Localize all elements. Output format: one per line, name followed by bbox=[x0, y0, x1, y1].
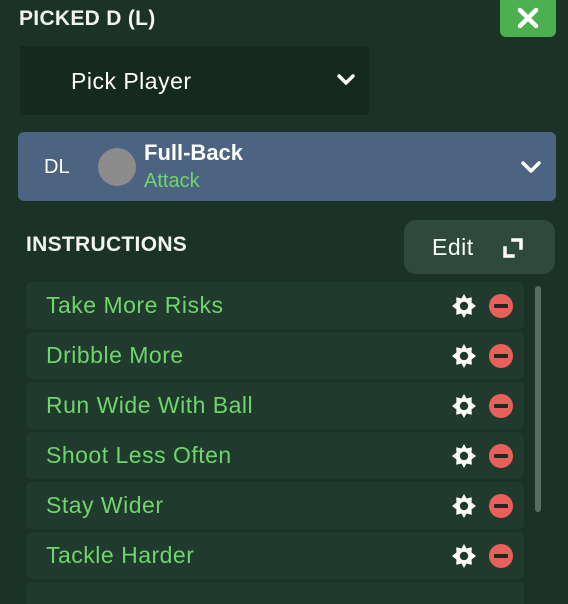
gear-icon[interactable] bbox=[451, 343, 477, 374]
remove-icon[interactable] bbox=[488, 343, 514, 374]
instruction-label: Run Wide With Ball bbox=[46, 392, 254, 418]
close-button[interactable] bbox=[500, 0, 556, 37]
gear-icon[interactable] bbox=[451, 443, 477, 474]
edit-label: Edit bbox=[432, 234, 474, 260]
remove-icon[interactable] bbox=[488, 443, 514, 474]
instruction-label: Stay Wider bbox=[46, 492, 164, 518]
gear-icon[interactable] bbox=[451, 543, 477, 574]
instruction-row[interactable]: Shoot Less Often bbox=[26, 432, 524, 479]
instruction-row[interactable] bbox=[26, 582, 524, 604]
remove-icon[interactable] bbox=[488, 543, 514, 574]
chevron-down-icon bbox=[337, 74, 355, 85]
gear-icon[interactable] bbox=[451, 393, 477, 424]
position-label: DL bbox=[44, 156, 70, 178]
edit-instructions-button[interactable]: Edit bbox=[404, 220, 555, 274]
player-avatar bbox=[98, 148, 136, 186]
gear-icon[interactable] bbox=[451, 493, 477, 524]
instruction-row[interactable]: Tackle Harder bbox=[26, 532, 524, 579]
remove-icon[interactable] bbox=[488, 293, 514, 324]
instructions-heading: INSTRUCTIONS bbox=[26, 233, 188, 256]
instruction-label: Tackle Harder bbox=[46, 542, 195, 568]
gear-icon[interactable] bbox=[451, 293, 477, 324]
chevron-down-icon bbox=[521, 161, 541, 173]
instruction-label: Take More Risks bbox=[46, 292, 224, 318]
panel-title: PICKED D (L) bbox=[19, 7, 156, 30]
instruction-row[interactable]: Stay Wider bbox=[26, 482, 524, 529]
instruction-row[interactable]: Dribble More bbox=[26, 332, 524, 379]
role-name: Full-Back bbox=[144, 140, 244, 165]
role-selector[interactable]: DL Full-Back Attack bbox=[18, 132, 556, 201]
instruction-label: Shoot Less Often bbox=[46, 442, 232, 468]
pick-player-dropdown[interactable]: Pick Player bbox=[20, 46, 369, 115]
pick-player-label: Pick Player bbox=[71, 68, 192, 94]
remove-icon[interactable] bbox=[488, 493, 514, 524]
instruction-label: Dribble More bbox=[46, 342, 184, 368]
role-duty: Attack bbox=[144, 170, 200, 192]
instruction-row[interactable]: Take More Risks bbox=[26, 282, 524, 329]
instruction-row[interactable]: Run Wide With Ball bbox=[26, 382, 524, 429]
expand-icon bbox=[503, 238, 523, 258]
instructions-scrollbar[interactable] bbox=[535, 286, 541, 512]
remove-icon[interactable] bbox=[488, 393, 514, 424]
instructions-list[interactable]: Take More Risks Dribble More Run Wide With… bbox=[26, 282, 524, 604]
close-icon bbox=[517, 7, 539, 28]
